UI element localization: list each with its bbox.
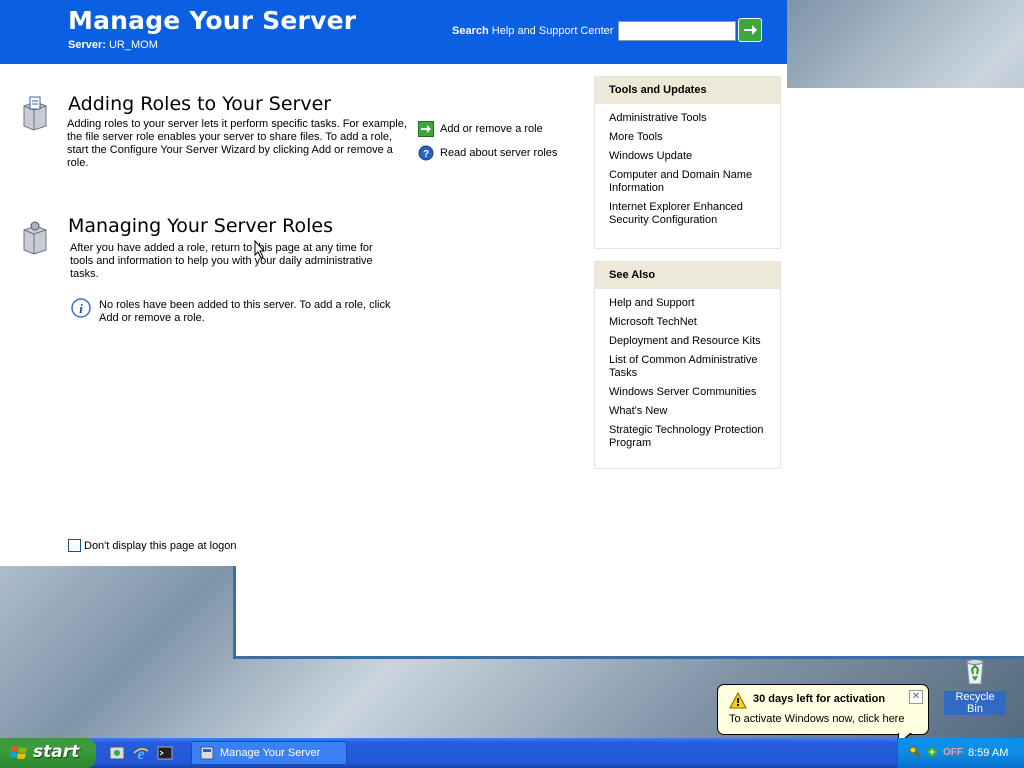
taskbar: start e Manage Your Server OFF 8:59 AM: [0, 738, 1024, 768]
internet-explorer-icon[interactable]: e: [132, 744, 150, 762]
window-frame-extension: [233, 566, 1024, 659]
search-label: Search Help and Support Center: [452, 25, 613, 37]
server-roles-icon: [23, 96, 47, 131]
tools-link[interactable]: More Tools: [609, 131, 770, 144]
mouse-cursor-icon: [254, 240, 266, 259]
managing-roles-description: After you have added a role, return to t…: [70, 242, 373, 280]
server-name: UR_MOM: [108, 39, 158, 51]
network-icon[interactable]: [925, 745, 939, 759]
svg-text:i: i: [79, 301, 83, 316]
search-label-bold: Search: [452, 25, 489, 37]
read-server-roles-label: Read about server roles: [440, 147, 558, 159]
arrow-right-icon: [744, 25, 757, 35]
see-also-title: See Also: [595, 262, 780, 289]
windows-flag-icon: [10, 746, 27, 759]
see-also-link[interactable]: List of Common Administrative Tasks: [609, 354, 770, 380]
see-also-link[interactable]: Windows Server Communities: [609, 386, 770, 399]
system-tray: OFF 8:59 AM: [897, 738, 1024, 768]
server-info: Server: UR_MOM: [68, 39, 158, 51]
tools-link[interactable]: Windows Update: [609, 150, 770, 163]
info-icon: i: [71, 298, 91, 318]
server-label: Server:: [68, 39, 106, 51]
adding-roles-description: Adding roles to your server lets it perf…: [67, 118, 407, 169]
adding-roles-heading: Adding Roles to Your Server: [68, 93, 332, 115]
command-prompt-icon[interactable]: [156, 744, 174, 762]
manage-your-server-window: Manage Your Server Server: UR_MOM Search…: [0, 0, 787, 566]
search-go-button[interactable]: [738, 18, 762, 42]
see-also-panel: See Also Help and Support Microsoft Tech…: [594, 261, 781, 469]
search-label-rest: Help and Support Center: [491, 25, 614, 37]
dont-display-label: Don't display this page at logon: [84, 539, 237, 552]
activation-balloon[interactable]: 30 days left for activation To activate …: [717, 684, 929, 735]
tools-link[interactable]: Computer and Domain Name Information: [609, 169, 770, 195]
clock[interactable]: 8:59 AM: [968, 747, 1008, 759]
managing-roles-heading: Managing Your Server Roles: [68, 215, 333, 237]
recycle-bin-icon: [966, 659, 984, 685]
manage-roles-icon: [23, 221, 47, 255]
svg-text:?: ?: [423, 149, 429, 160]
tools-updates-panel: Tools and Updates Administrative Tools M…: [594, 76, 781, 249]
dont-display-checkbox[interactable]: Don't display this page at logon: [68, 539, 237, 552]
no-roles-info: No roles have been added to this server.…: [99, 299, 391, 324]
search-input[interactable]: [618, 21, 736, 41]
read-server-roles-link[interactable]: ? Read about server roles: [418, 145, 557, 161]
warning-icon: [729, 692, 747, 709]
page-title: Manage Your Server: [68, 6, 357, 35]
tools-updates-title: Tools and Updates: [595, 77, 780, 104]
window-background-right: [787, 88, 1024, 566]
tray-off-indicator[interactable]: OFF: [943, 747, 963, 758]
balloon-title: 30 days left for activation: [753, 693, 886, 705]
recycle-bin-label: Recycle Bin: [944, 691, 1006, 715]
see-also-link[interactable]: Deployment and Resource Kits: [609, 335, 770, 348]
header-banner: Manage Your Server Server: UR_MOM Search…: [0, 0, 787, 64]
activation-keys-icon[interactable]: [908, 745, 922, 759]
see-also-link[interactable]: Help and Support: [609, 297, 770, 310]
see-also-link[interactable]: Strategic Technology Protection Program: [609, 424, 770, 450]
see-also-link[interactable]: What's New: [609, 405, 770, 418]
see-also-link[interactable]: Microsoft TechNet: [609, 316, 770, 329]
taskbar-button-manage-your-server[interactable]: Manage Your Server: [191, 741, 347, 765]
tools-link[interactable]: Internet Explorer Enhanced Security Conf…: [609, 201, 770, 227]
start-label: start: [33, 742, 80, 762]
start-button[interactable]: start: [0, 738, 96, 768]
add-remove-role-link[interactable]: Add or remove a role: [418, 121, 543, 137]
recycle-bin[interactable]: Recycle Bin: [944, 656, 1006, 715]
balloon-close-button[interactable]: ✕: [909, 690, 923, 704]
help-question-icon: ?: [418, 145, 434, 161]
checkbox-box[interactable]: [68, 539, 81, 552]
manage-server-quicklaunch-icon[interactable]: [108, 744, 126, 762]
tools-link[interactable]: Administrative Tools: [609, 112, 770, 125]
taskbar-button-label: Manage Your Server: [220, 747, 321, 759]
green-arrow-icon: [418, 121, 434, 137]
manage-server-window-icon: [200, 746, 214, 760]
balloon-text[interactable]: To activate Windows now, click here: [729, 713, 904, 725]
add-remove-role-label: Add or remove a role: [440, 123, 543, 135]
